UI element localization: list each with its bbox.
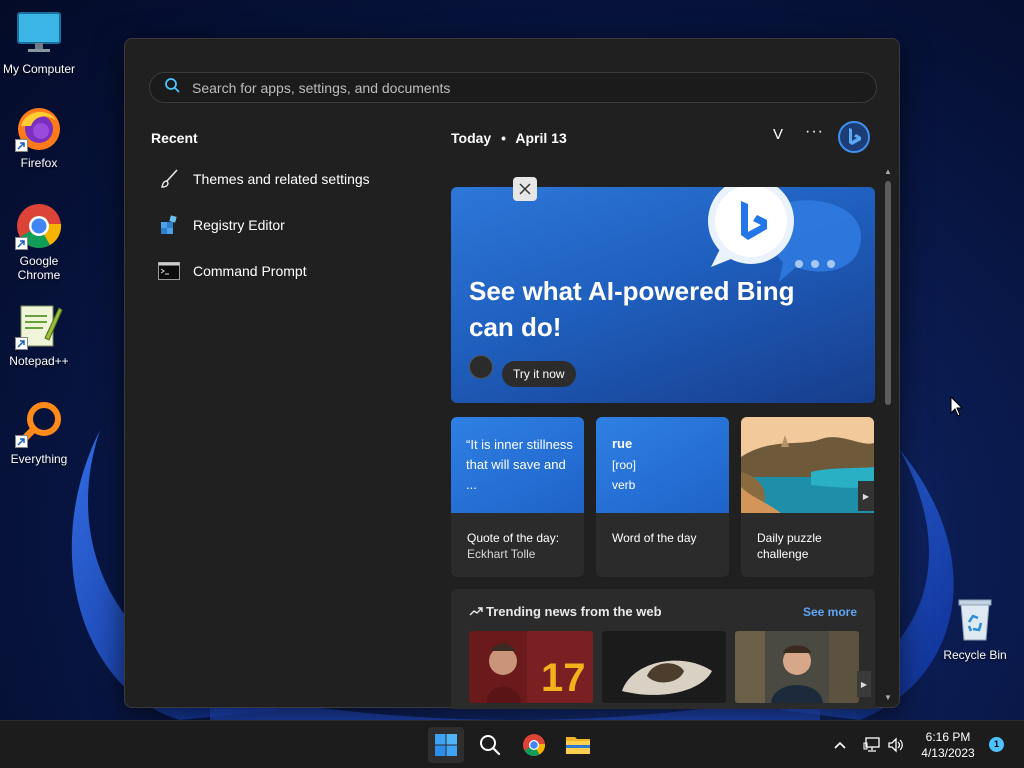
- trending-up-icon: [469, 607, 483, 616]
- news-thumbnail[interactable]: 17: [469, 631, 593, 703]
- recent-heading: Recent: [151, 130, 198, 146]
- network-button[interactable]: [862, 735, 882, 755]
- next-card-arrow[interactable]: ▶: [858, 481, 874, 511]
- shortcut-arrow-icon: [15, 237, 28, 250]
- magnifier-icon: [15, 400, 63, 448]
- chrome-icon: [523, 734, 546, 756]
- recent-item-registry-editor[interactable]: Registry Editor: [157, 209, 417, 241]
- recent-item-themes[interactable]: Themes and related settings: [157, 163, 417, 195]
- taskbar-search-button[interactable]: [472, 727, 508, 763]
- desktop-icon-label: Everything: [10, 452, 68, 466]
- shortcut-arrow-icon: [15, 139, 28, 152]
- desktop-icon-label: Notepad++: [9, 354, 69, 368]
- bing-promo-card[interactable]: See what AI-powered Bing can do! Try it …: [451, 187, 875, 403]
- recent-item-label: Registry Editor: [193, 217, 285, 233]
- news-thumbnail[interactable]: [602, 631, 726, 703]
- card-title: Daily puzzle challenge: [757, 531, 822, 561]
- taskbar-chrome-button[interactable]: [516, 727, 552, 763]
- close-icon: [519, 183, 531, 195]
- taskbar: 6:16 PM 4/13/2023 1: [0, 720, 1024, 768]
- profile-avatar[interactable]: V: [767, 126, 789, 148]
- date-label: April 13: [515, 130, 567, 146]
- recent-item-label: Command Prompt: [193, 263, 307, 279]
- shortcut-arrow-icon: [15, 435, 28, 448]
- date-separator: •: [501, 130, 506, 146]
- hero-title: See what AI-powered Bing can do!: [469, 276, 795, 342]
- word-part-of-speech: verb: [612, 478, 636, 492]
- firefox-icon: [15, 104, 63, 152]
- desktop-icon-firefox[interactable]: Firefox: [0, 104, 78, 170]
- word-text: rue: [612, 436, 633, 451]
- desktop-icon-label: Google Chrome: [17, 254, 61, 282]
- folder-icon: [566, 737, 590, 754]
- speaker-icon: [888, 737, 903, 753]
- word-pronunciation: [roo]: [612, 458, 637, 472]
- trending-news-section: Trending news from the web See more 17 ▶: [451, 589, 875, 709]
- network-icon: [863, 737, 880, 752]
- card-title: Word of the day: [612, 531, 697, 545]
- card-title: Quote of the day:: [467, 531, 560, 545]
- chrome-icon: [15, 202, 63, 250]
- svg-text:17: 17: [541, 656, 586, 700]
- recent-item-label: Themes and related settings: [193, 171, 370, 187]
- see-more-link[interactable]: See more: [803, 605, 857, 619]
- recycle-bin-icon: [951, 596, 999, 644]
- chevron-up-icon: [834, 741, 846, 749]
- search-icon: [480, 735, 501, 756]
- start-menu: Recent Themes and related settings Regis…: [124, 38, 900, 709]
- more-options-button[interactable]: ···: [805, 123, 824, 141]
- trending-heading: Trending news from the web: [469, 604, 662, 619]
- scroll-thumb[interactable]: [885, 181, 891, 405]
- today-label: Today: [451, 130, 492, 146]
- scroll-down-arrow[interactable]: ▼: [884, 693, 892, 702]
- mouse-cursor: [950, 396, 964, 417]
- next-news-arrow[interactable]: ▶: [857, 671, 871, 697]
- volume-button[interactable]: [886, 735, 906, 755]
- registry-icon: [157, 213, 181, 237]
- news-thumbnail[interactable]: [735, 631, 859, 703]
- desktop-icon-everything[interactable]: Everything: [0, 400, 78, 466]
- clock-time: 6:16 PM: [925, 730, 971, 744]
- hero-avatar-dot: [469, 355, 493, 379]
- shortcut-arrow-icon: [15, 337, 28, 350]
- monitor-icon: [15, 10, 63, 58]
- notepadpp-icon: [15, 302, 63, 350]
- desktop-icon-label: Recycle Bin: [943, 648, 1007, 662]
- clock-date: 4/13/2023: [921, 746, 975, 760]
- search-box[interactable]: [149, 72, 877, 103]
- windows-logo-icon: [435, 734, 457, 756]
- search-icon: [164, 77, 180, 98]
- quote-of-the-day-card[interactable]: “It is inner stillness that will save an…: [451, 417, 584, 577]
- brush-icon: [157, 167, 181, 191]
- word-of-the-day-card[interactable]: rue [roo] verb Word of the day: [596, 417, 729, 577]
- bing-button[interactable]: [837, 120, 871, 154]
- desktop-icon-my-computer[interactable]: My Computer: [0, 10, 78, 76]
- taskbar-file-explorer-button[interactable]: [560, 727, 596, 763]
- search-input[interactable]: [192, 79, 792, 96]
- quote-author: Eckhart Tolle: [467, 547, 536, 561]
- widgets-date-header: Today • April 13: [451, 130, 567, 146]
- close-promo-button[interactable]: [513, 177, 537, 201]
- terminal-icon: [157, 259, 181, 283]
- trending-title: Trending news from the web: [486, 604, 662, 619]
- start-button[interactable]: [428, 727, 464, 763]
- desktop-icon-notepadpp[interactable]: Notepad++: [0, 302, 78, 368]
- desktop-icon-label: My Computer: [2, 62, 76, 76]
- show-hidden-icons-chevron[interactable]: [830, 735, 850, 755]
- notification-badge[interactable]: 1: [989, 737, 1004, 752]
- system-clock[interactable]: 6:16 PM 4/13/2023: [912, 729, 984, 761]
- try-it-now-button[interactable]: Try it now: [502, 361, 576, 387]
- desktop-icon-chrome[interactable]: Google Chrome: [0, 202, 78, 282]
- puzzle-landscape-image: ▶: [741, 417, 874, 513]
- recent-item-command-prompt[interactable]: Command Prompt: [157, 255, 417, 287]
- daily-puzzle-card[interactable]: ▶ Daily puzzle challenge: [741, 417, 874, 577]
- desktop-icon-label: Firefox: [20, 156, 58, 170]
- quote-text: “It is inner stillness that will save an…: [466, 437, 573, 492]
- bing-icon: [838, 121, 870, 153]
- card-label: Quote of the day: Eckhart Tolle: [467, 530, 559, 562]
- scroll-up-arrow[interactable]: ▲: [884, 167, 892, 176]
- desktop-icon-recycle-bin[interactable]: Recycle Bin: [936, 596, 1014, 662]
- widgets-scrollbar[interactable]: ▲ ▼: [884, 167, 892, 705]
